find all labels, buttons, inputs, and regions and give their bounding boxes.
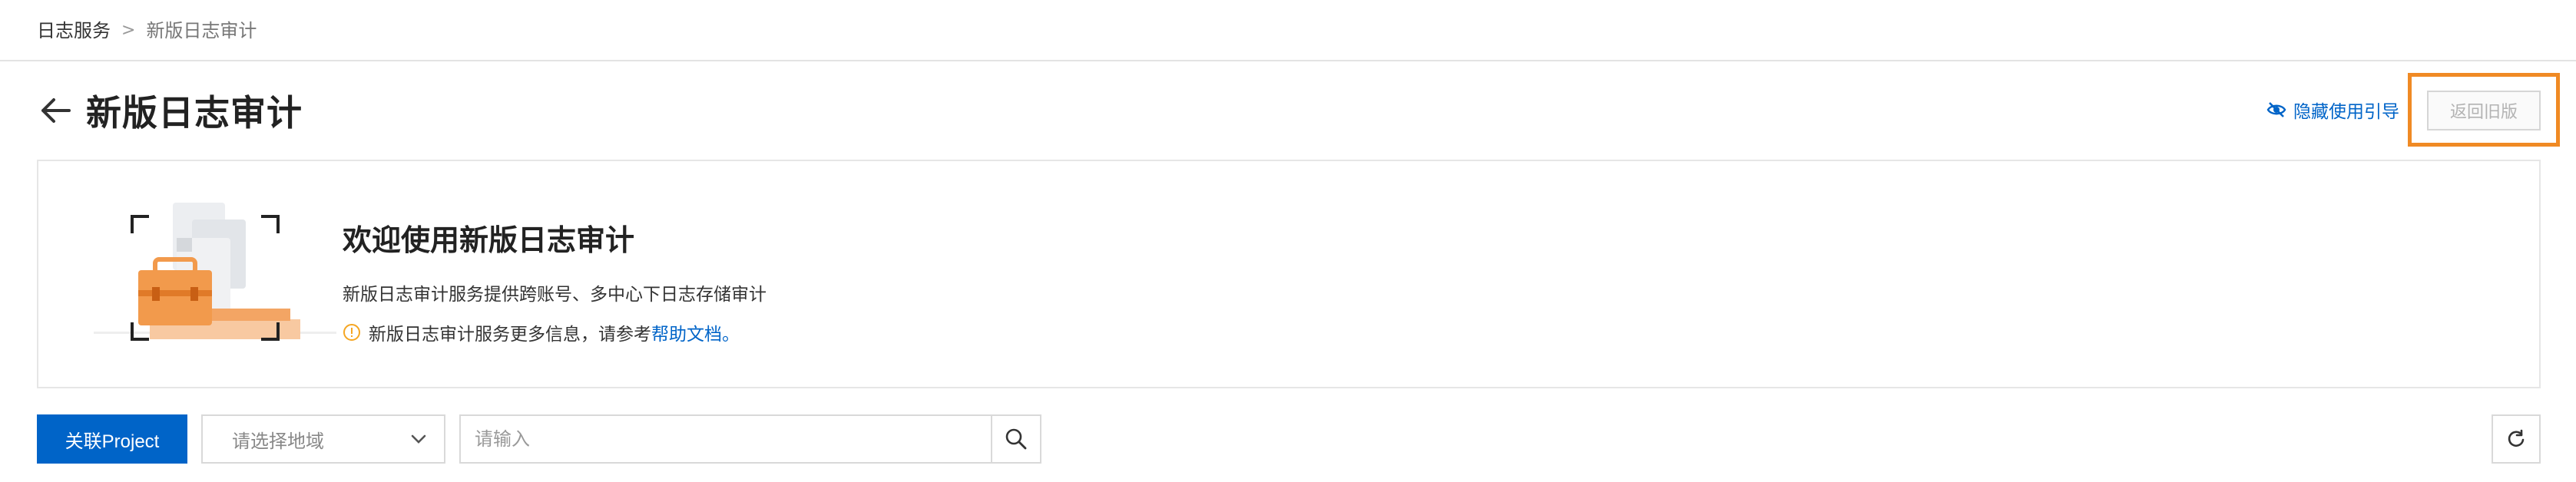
help-doc-link[interactable]: 帮助文档 — [651, 319, 722, 345]
link-project-button[interactable]: 关联Project — [37, 414, 187, 464]
search-box — [459, 414, 1041, 464]
eye-slash-icon — [2266, 102, 2286, 117]
search-input[interactable] — [461, 416, 991, 462]
chevron-down-icon — [411, 434, 426, 444]
refresh-button[interactable] — [2492, 414, 2541, 464]
region-select[interactable]: 请选择地域 — [201, 414, 445, 464]
toolbar: 关联Project 请选择地域 — [37, 414, 1041, 464]
breadcrumb: 日志服务 > 新版日志审计 — [37, 18, 257, 43]
hide-guide-label: 隐藏使用引导 — [2293, 102, 2399, 122]
info-circle-icon — [343, 324, 360, 341]
refresh-icon — [2508, 429, 2525, 447]
breadcrumb-separator: > — [121, 21, 136, 40]
welcome-title: 欢迎使用新版日志审计 — [343, 223, 635, 257]
welcome-card: 欢迎使用新版日志审计 新版日志审计服务提供跨账号、多中心下日志存储审计 新版日志… — [37, 160, 2541, 388]
breadcrumb-root[interactable]: 日志服务 — [37, 18, 111, 43]
welcome-description: 新版日志审计服务提供跨账号、多中心下日志存储审计 — [343, 285, 767, 305]
breadcrumb-current: 新版日志审计 — [146, 20, 257, 41]
return-old-version-button[interactable]: 返回旧版 — [2427, 91, 2541, 130]
note-suffix: 。 — [722, 325, 740, 345]
search-button[interactable] — [991, 416, 1040, 462]
audit-illustration — [94, 203, 336, 341]
title-row: 新版日志审计 — [37, 86, 303, 135]
hide-guide-button[interactable]: 隐藏使用引导 — [2266, 97, 2399, 123]
note-prefix: 新版日志审计服务更多信息，请参考 — [369, 325, 651, 345]
welcome-note: 新版日志审计服务更多信息，请参考 帮助文档 。 — [343, 319, 740, 345]
arrow-left-icon[interactable] — [37, 92, 74, 129]
search-icon — [1005, 428, 1027, 450]
region-select-placeholder: 请选择地域 — [232, 430, 324, 452]
top-bar: 日志服务 > 新版日志审计 — [0, 0, 2576, 61]
page-title: 新版日志审计 — [86, 92, 303, 134]
